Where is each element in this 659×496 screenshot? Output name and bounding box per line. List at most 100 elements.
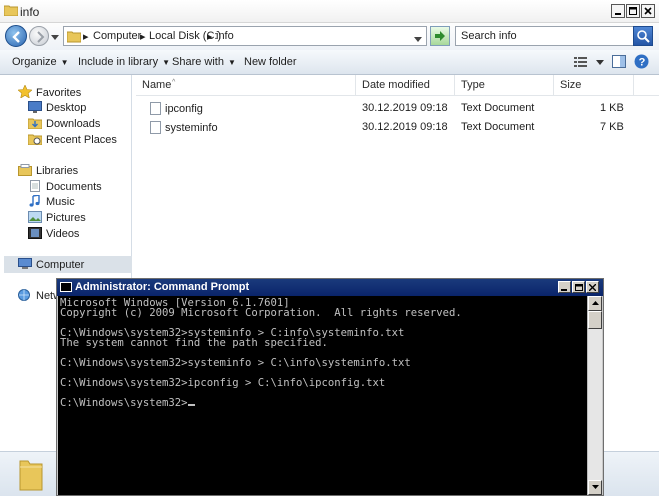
nav-downloads[interactable]: Downloads	[27, 117, 100, 130]
videos-icon	[28, 227, 42, 239]
nav-documents-label: Documents	[46, 181, 102, 193]
console-output[interactable]: Microsoft Windows [Version 6.1.7601] Cop…	[58, 296, 587, 495]
nav-favorites-label: Favorites	[36, 87, 82, 99]
title-bar: info	[0, 0, 659, 23]
large-folder-icon	[18, 457, 44, 494]
file-name-cell: ipconfig	[150, 102, 203, 115]
nav-documents[interactable]: Documents	[28, 180, 102, 193]
search-placeholder: Search info	[461, 30, 517, 42]
text-file-icon	[150, 102, 161, 115]
window-title: info	[20, 5, 40, 19]
file-size: 7 KB	[600, 121, 624, 133]
search-input[interactable]: Search info	[455, 26, 653, 46]
network-icon	[18, 289, 32, 301]
computer-icon	[18, 258, 32, 270]
nav-favorites[interactable]: Favorites	[17, 84, 82, 99]
nav-pictures-label: Pictures	[46, 212, 86, 224]
nav-computer-label: Computer	[36, 259, 85, 271]
view-options-icon[interactable]	[574, 56, 588, 71]
cmd-title: Administrator: Command Prompt	[75, 281, 250, 293]
file-size: 1 KB	[600, 102, 624, 114]
text-file-icon	[150, 121, 161, 134]
close-button[interactable]	[641, 4, 655, 18]
nav-videos-label: Videos	[46, 228, 80, 240]
file-name-cell: systeminfo	[150, 121, 218, 134]
organize-menu[interactable]: Organize ▼	[12, 56, 69, 68]
cmd-scrollbar[interactable]	[587, 296, 602, 495]
libraries-icon	[18, 164, 32, 176]
pictures-icon	[28, 211, 42, 223]
view-dropdown-icon[interactable]	[596, 57, 604, 69]
svg-text:?: ?	[639, 57, 646, 69]
nav-music[interactable]: Music	[28, 194, 75, 208]
cmd-close-button[interactable]	[586, 281, 599, 293]
nav-network[interactable]: Netw	[18, 289, 61, 302]
scroll-thumb[interactable]	[588, 311, 602, 329]
new-folder-button[interactable]: New folder	[244, 56, 297, 68]
chevron-down-icon: ▼	[162, 58, 171, 67]
nav-videos[interactable]: Videos	[28, 227, 79, 240]
downloads-icon	[27, 117, 43, 130]
scroll-up-button[interactable]	[588, 296, 602, 311]
cmd-icon	[60, 282, 72, 292]
address-separator: ▸	[83, 31, 89, 43]
minimize-button[interactable]	[611, 4, 625, 18]
address-separator: ▸	[140, 31, 146, 43]
cmd-maximize-button[interactable]	[572, 281, 585, 293]
column-header-type[interactable]: Type	[455, 75, 554, 96]
nav-desktop[interactable]: Desktop	[28, 101, 86, 114]
scroll-down-button[interactable]	[588, 480, 602, 495]
maximize-button[interactable]	[626, 4, 640, 18]
nav-computer[interactable]: Computer	[4, 256, 132, 273]
recent-places-icon	[27, 133, 43, 146]
folder-icon	[66, 29, 82, 46]
preview-pane-icon[interactable]	[612, 55, 626, 71]
forward-button[interactable]	[29, 26, 49, 46]
address-bar[interactable]: ▸ Computer ▸ Local Disk (C:) ▸ info	[63, 26, 427, 46]
file-name: ipconfig	[165, 103, 203, 115]
address-segment-info[interactable]: info	[216, 30, 234, 42]
search-icon[interactable]	[633, 26, 653, 46]
file-name: systeminfo	[165, 122, 218, 134]
nav-music-label: Music	[46, 196, 75, 208]
chevron-down-icon: ▼	[60, 58, 69, 67]
music-icon	[28, 194, 42, 207]
address-separator: ▸	[207, 31, 213, 43]
refresh-button[interactable]	[430, 26, 450, 46]
file-row[interactable]: systeminfo 30.12.2019 09:18 Text Documen…	[136, 118, 659, 137]
column-name-label: Name	[142, 79, 172, 91]
organize-label: Organize	[12, 56, 57, 68]
folder-icon	[3, 4, 19, 19]
history-dropdown-icon[interactable]	[51, 32, 59, 44]
back-button[interactable]	[5, 25, 27, 47]
nav-recent-places[interactable]: Recent Places	[27, 133, 117, 146]
nav-libraries[interactable]: Libraries	[18, 164, 78, 177]
command-bar: Organize ▼ Include in library ▼ Share with…	[0, 50, 659, 75]
share-label: Share with	[172, 56, 224, 68]
include-in-library-menu[interactable]: Include in library ▼	[78, 56, 170, 68]
documents-icon	[28, 180, 42, 192]
console-line: Copyright (c) 2009 Microsoft Corporation…	[60, 307, 462, 319]
cmd-title-bar: Administrator: Command Prompt	[57, 279, 603, 296]
console-prompt: C:\Windows\system32>	[60, 397, 188, 409]
include-label: Include in library	[78, 56, 159, 68]
console-line: C:\Windows\system32>systeminfo > C:\info…	[60, 357, 411, 369]
desktop-icon	[28, 101, 42, 113]
file-type: Text Document	[461, 121, 535, 133]
column-header-size[interactable]: Size	[554, 75, 634, 96]
command-prompt-window: Administrator: Command Prompt Microsoft …	[56, 278, 604, 496]
help-icon[interactable]: ?	[634, 54, 649, 72]
cmd-minimize-button[interactable]	[558, 281, 571, 293]
file-row[interactable]: ipconfig 30.12.2019 09:18 Text Document …	[136, 99, 659, 118]
address-segment-computer[interactable]: Computer	[93, 30, 141, 42]
address-row: ▸ Computer ▸ Local Disk (C:) ▸ info Sear…	[0, 23, 659, 50]
console-line: C:\Windows\system32>ipconfig > C:\info\i…	[60, 377, 386, 389]
address-dropdown-icon[interactable]	[414, 34, 422, 46]
column-header-name[interactable]: Name ^	[136, 75, 356, 96]
console-line: The system cannot find the path specifie…	[60, 337, 328, 349]
file-date: 30.12.2019 09:18	[362, 121, 448, 133]
column-header-date[interactable]: Date modified	[356, 75, 455, 96]
nav-pictures[interactable]: Pictures	[28, 211, 86, 224]
share-with-menu[interactable]: Share with ▼	[172, 56, 236, 68]
chevron-down-icon: ▼	[227, 58, 236, 67]
